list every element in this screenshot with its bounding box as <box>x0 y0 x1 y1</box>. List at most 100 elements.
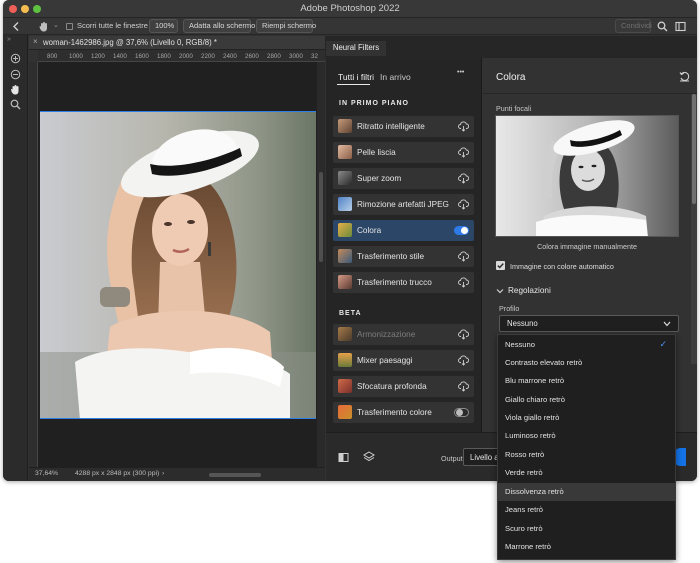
zoom-icon[interactable] <box>10 99 21 110</box>
chevron-down-icon <box>663 321 671 327</box>
cloud-download-icon[interactable] <box>458 329 469 340</box>
settings-header: Colora <box>483 58 697 94</box>
profile-option[interactable]: Viola giallo retrò <box>498 409 675 427</box>
hand-icon[interactable] <box>10 84 21 95</box>
reset-icon[interactable] <box>679 71 690 82</box>
workspace-icon[interactable] <box>675 21 686 32</box>
collapse-icon[interactable]: » <box>7 36 11 43</box>
profile-option-hovered[interactable]: Dissolvenza retrò <box>498 483 675 501</box>
hand-tool-icon[interactable] <box>39 21 49 32</box>
profile-option[interactable]: Marrone retrò <box>498 538 675 556</box>
title-bar: Adobe Photoshop 2022 <box>3 0 697 18</box>
landscape-mixer-thumbnail <box>338 353 352 367</box>
focal-points-label: Punti focali <box>496 104 532 113</box>
profile-option[interactable]: Blu marrone retrò <box>498 372 675 390</box>
filter-depth-blur[interactable]: Sfocatura profonda <box>333 376 474 397</box>
more-options-icon[interactable]: ••• <box>457 69 464 76</box>
add-point-icon[interactable] <box>10 53 21 64</box>
ruler-tick: 2000 <box>179 53 193 60</box>
cloud-download-icon[interactable] <box>458 355 469 366</box>
document-canvas[interactable] <box>38 62 325 467</box>
adjustments-label[interactable]: Regolazioni <box>508 286 551 295</box>
active-tab-underline <box>337 84 370 85</box>
filter-skin-smoothing[interactable]: Pelle liscia <box>333 142 474 163</box>
profile-option[interactable]: Rosso retrò <box>498 446 675 464</box>
remove-point-icon[interactable] <box>10 69 21 80</box>
ruler-tick: 2600 <box>245 53 259 60</box>
profile-option[interactable]: Scuro retrò <box>498 520 675 538</box>
bw-preview-image <box>496 116 678 236</box>
cloud-download-icon[interactable] <box>458 147 469 158</box>
tab-all-filters[interactable]: Tutti i filtri <box>338 72 374 82</box>
profile-option[interactable]: Verde retrò <box>498 464 675 482</box>
ruler-tick: 1000 <box>69 53 83 60</box>
filter-harmonization[interactable]: Armonizzazione <box>333 324 474 345</box>
compare-icon[interactable] <box>338 452 349 463</box>
cloud-download-icon[interactable] <box>458 199 469 210</box>
checkmark-icon: ✓ <box>659 339 667 349</box>
profile-option[interactable]: Contrasto elevato retrò <box>498 354 675 372</box>
filter-smart-portrait[interactable]: Ritratto intelligente <box>333 116 474 137</box>
profile-option[interactable]: Giallo chiaro retrò <box>498 391 675 409</box>
settings-scrollbar-thumb[interactable] <box>692 94 696 204</box>
filter-color-transfer[interactable]: Trasferimento colore <box>333 402 474 423</box>
close-tab-icon[interactable]: × <box>33 37 38 46</box>
colorize-thumbnail <box>338 223 352 237</box>
profile-selected-value: Nessuno <box>507 319 538 328</box>
search-icon[interactable] <box>657 21 668 32</box>
cloud-download-icon[interactable] <box>458 121 469 132</box>
status-bar: 37,64% 4288 px x 2848 px (300 ppi) › <box>29 467 325 481</box>
cloud-download-icon[interactable] <box>458 381 469 392</box>
filter-landscape-mixer[interactable]: Mixer paesaggi <box>333 350 474 371</box>
auto-color-checkbox[interactable] <box>496 261 505 270</box>
profile-label: Profilo <box>499 304 520 313</box>
tab-coming-soon[interactable]: In arrivo <box>380 72 411 82</box>
beta-section-label: BETA <box>339 310 362 317</box>
share-button[interactable]: Condividi <box>615 19 652 33</box>
fill-screen-button[interactable]: Riempi schermo <box>256 19 316 33</box>
neural-filters-tab[interactable]: Neural Filters <box>326 41 386 56</box>
profile-option[interactable]: Jeans retrò <box>498 501 675 519</box>
makeup-transfer-thumbnail <box>338 275 352 289</box>
checkmark-icon <box>497 263 504 269</box>
skin-smoothing-thumbnail <box>338 145 352 159</box>
color-transfer-toggle[interactable] <box>454 408 469 417</box>
horizontal-scrollbar[interactable] <box>209 473 261 477</box>
zoom-level[interactable]: 37,64% <box>35 470 58 477</box>
cloud-download-icon[interactable] <box>458 277 469 288</box>
document-info: 4288 px x 2848 px (300 ppi) <box>75 470 160 477</box>
profile-option[interactable]: Nessuno ✓ <box>498 336 675 354</box>
back-arrow-icon[interactable] <box>12 22 20 31</box>
layers-icon[interactable] <box>363 451 375 463</box>
chevron-down-icon[interactable] <box>496 287 504 295</box>
filter-jpeg-artifacts-removal[interactable]: Rimozione artefatti JPEG <box>333 194 474 215</box>
document-tab[interactable]: × woman-1462986.jpg @ 37,6% (Livello 0, … <box>29 36 325 50</box>
fit-screen-button[interactable]: Adatta allo schermo <box>183 19 255 33</box>
profile-option[interactable]: Luminoso retrò <box>498 427 675 445</box>
chevron-right-icon[interactable]: › <box>162 470 164 477</box>
manual-colorize-caption: Colora immagine manualmente <box>537 242 637 251</box>
auto-color-label: Immagine con colore automatico <box>510 262 614 271</box>
scroll-all-label: Scorri tutte le finestre <box>77 21 148 30</box>
filter-style-transfer[interactable]: Trasferimento stile <box>333 246 474 267</box>
tools-panel: » <box>3 35 28 481</box>
colorize-toggle[interactable] <box>454 226 469 235</box>
filter-makeup-transfer[interactable]: Trasferimento trucco <box>333 272 474 293</box>
settings-scrollbar[interactable] <box>691 94 697 364</box>
cloud-download-icon[interactable] <box>458 173 469 184</box>
cloud-download-icon[interactable] <box>458 251 469 262</box>
woman-photo <box>40 111 316 419</box>
filter-super-zoom[interactable]: Super zoom <box>333 168 474 189</box>
filter-colorize[interactable]: Colora <box>333 220 474 241</box>
focal-points-preview[interactable] <box>495 115 679 237</box>
profile-dropdown-menu: Nessuno ✓ Contrasto elevato retrò Blu ma… <box>497 334 676 560</box>
zoom-100-button[interactable]: 100% <box>149 19 178 33</box>
filters-list-panel: Tutti i filtri In arrivo ••• IN PRIMO PI… <box>326 58 482 432</box>
settings-title: Colora <box>496 72 526 83</box>
featured-section-label: IN PRIMO PIANO <box>339 100 410 107</box>
scroll-all-checkbox[interactable] <box>66 23 73 30</box>
window-title: Adobe Photoshop 2022 <box>300 3 400 14</box>
canvas-scrollbar[interactable] <box>317 62 325 467</box>
profile-dropdown[interactable]: Nessuno <box>499 315 679 332</box>
chevron-down-icon[interactable]: ⌄ <box>53 21 59 29</box>
